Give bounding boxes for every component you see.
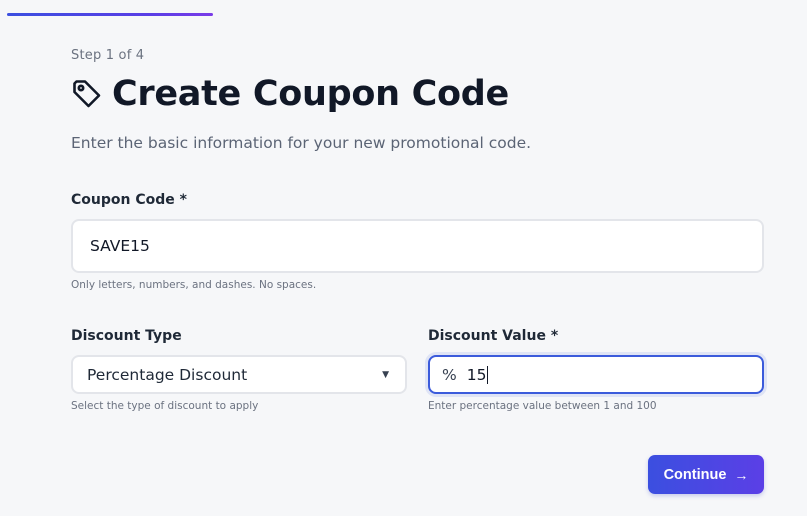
coupon-code-label: Coupon Code *: [71, 192, 187, 208]
discount-type-label: Discount Type: [71, 328, 182, 344]
discount-value-text: 15: [466, 365, 487, 384]
discount-type-selected: Percentage Discount: [87, 365, 248, 384]
arrow-right-icon: →: [734, 466, 749, 483]
tag-icon: [71, 78, 103, 110]
continue-button-label: Continue: [663, 466, 727, 483]
coupon-code-input[interactable]: SAVE15: [71, 219, 764, 273]
coupon-code-help: Only letters, numbers, and dashes. No sp…: [71, 279, 317, 291]
page-title: Create Coupon Code: [112, 74, 509, 114]
caret-down-icon: ▼: [382, 369, 389, 380]
discount-type-select[interactable]: Percentage Discount ▼: [71, 355, 407, 394]
continue-button[interactable]: Continue →: [648, 455, 764, 494]
discount-value-label: Discount Value *: [428, 328, 559, 344]
progress-bar: [7, 13, 213, 16]
discount-type-help: Select the type of discount to apply: [71, 400, 259, 412]
page-subtitle: Enter the basic information for your new…: [71, 134, 532, 152]
page-header: Create Coupon Code: [71, 73, 509, 115]
text-cursor: [487, 365, 489, 384]
discount-value-input[interactable]: % 15: [428, 355, 764, 394]
step-indicator: Step 1 of 4: [71, 48, 145, 63]
discount-value-help: Enter percentage value between 1 and 100: [428, 400, 657, 412]
percent-prefix: %: [442, 365, 457, 384]
coupon-code-value: SAVE15: [90, 237, 150, 255]
